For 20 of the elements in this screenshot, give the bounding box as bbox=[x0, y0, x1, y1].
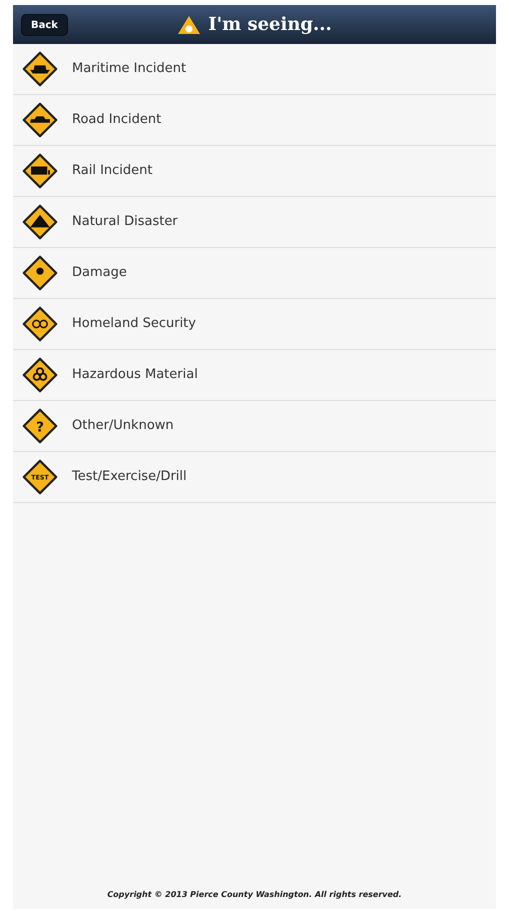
back-button[interactable]: Back bbox=[21, 14, 68, 36]
warning-diamond-icon: ? bbox=[22, 408, 58, 444]
incident-type-item[interactable]: Homeland Security bbox=[13, 299, 496, 350]
warning-diamond-icon bbox=[22, 306, 58, 342]
warning-sign-icon bbox=[177, 14, 202, 34]
copyright-notice: Copyright © 2013 Pierce County Washington. All rights reserved. bbox=[106, 889, 403, 901]
warning-diamond-icon bbox=[22, 255, 58, 291]
screen-title: I'm seeing... bbox=[208, 13, 332, 37]
incident-type-item[interactable]: Rail Incident bbox=[13, 146, 496, 197]
warning-diamond-icon bbox=[22, 102, 58, 138]
incident-type-item[interactable]: Hazardous Material bbox=[13, 350, 496, 401]
warning-diamond-icon bbox=[22, 357, 58, 393]
warning-diamond-icon bbox=[22, 51, 58, 87]
incident-type-item[interactable]: Road Incident bbox=[13, 95, 496, 146]
incident-type-item[interactable]: Maritime Incident bbox=[13, 44, 496, 95]
incident-type-item[interactable]: Damage bbox=[13, 248, 496, 299]
warning-diamond-icon bbox=[22, 153, 58, 189]
warning-diamond-icon bbox=[22, 204, 58, 240]
incident-type-item[interactable]: ? Other/Unknown bbox=[13, 401, 496, 452]
incident-type-item[interactable]: Natural Disaster bbox=[13, 197, 496, 248]
